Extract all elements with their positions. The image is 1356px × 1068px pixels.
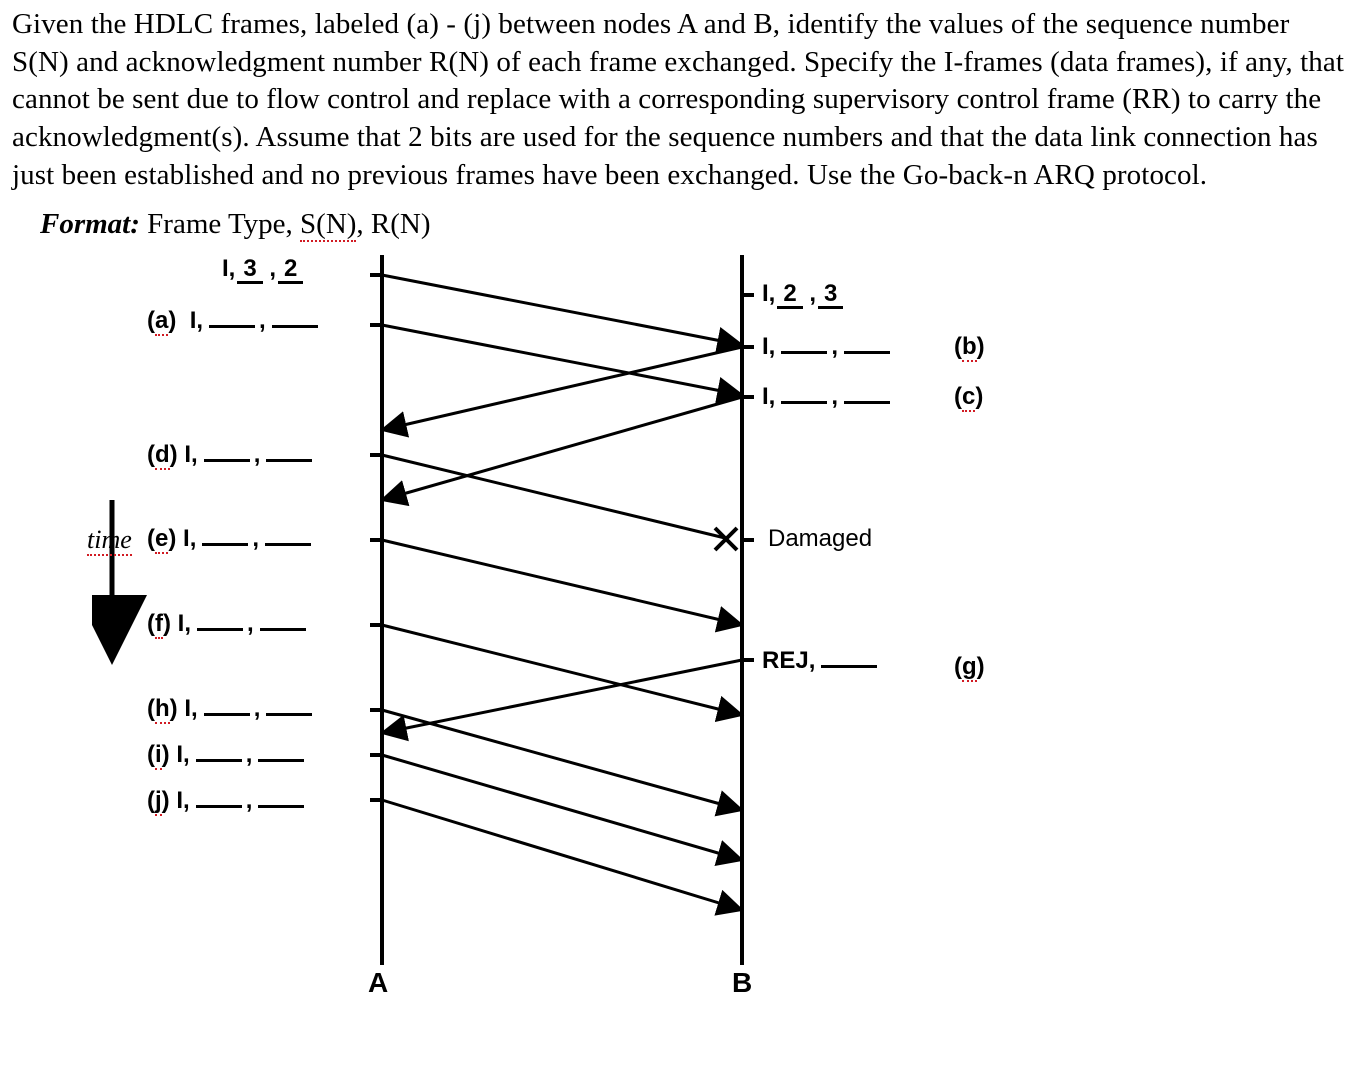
- frame-f: (f) I,,: [147, 610, 310, 638]
- format-text-prefix: Frame Type,: [147, 208, 300, 240]
- frame-c-letter: (c): [954, 383, 983, 411]
- frame-c: I,,: [762, 383, 894, 411]
- format-line: Format: Frame Type, S(N), R(N): [12, 208, 1344, 241]
- frame-h-type: I: [184, 695, 191, 722]
- frame-a: (a) I,,: [147, 307, 322, 335]
- time-label: time: [87, 525, 132, 555]
- frame-b-sn-blank: [781, 338, 827, 354]
- frame-b-type: I: [762, 333, 769, 360]
- format-sn: S(N): [300, 208, 356, 242]
- frame-b-rn-blank: [844, 338, 890, 354]
- frame-d: (d) I,,: [147, 441, 316, 469]
- frame-d-rn-blank: [266, 446, 312, 462]
- frame-i-rn-blank: [258, 746, 304, 762]
- frame-h: (h) I,,: [147, 695, 316, 723]
- example-right-type: I: [762, 280, 769, 307]
- frame-c-rn-blank: [844, 388, 890, 404]
- frame-g-letter: (g): [954, 653, 985, 681]
- frame-g-rn-blank: [821, 652, 877, 668]
- format-rn: , R(N): [356, 208, 430, 240]
- frame-c-type: I: [762, 383, 769, 410]
- node-a-label: A: [368, 967, 388, 999]
- frame-j-sn-blank: [196, 792, 242, 808]
- frame-e-rn-blank: [265, 530, 311, 546]
- example-right-rn: 3: [818, 283, 843, 309]
- example-left-rn: 2: [278, 258, 303, 284]
- frame-g-type: REJ: [762, 647, 809, 674]
- example-left-type: I: [222, 255, 229, 282]
- frame-i: (i) I,,: [147, 741, 308, 769]
- example-left-sn: 3: [237, 258, 262, 284]
- frame-d-type: I: [184, 441, 191, 468]
- frame-e: (e) I,,: [147, 525, 315, 553]
- frame-e-sn-blank: [202, 530, 248, 546]
- frame-h-sn-blank: [204, 700, 250, 716]
- example-right-sn: 2: [777, 283, 802, 309]
- frame-g: REJ,: [762, 647, 881, 675]
- frame-b-letter: (b): [954, 333, 985, 361]
- frame-a-sn-blank: [209, 312, 255, 328]
- format-label: Format:: [40, 208, 140, 240]
- frame-i-type: I: [176, 741, 183, 768]
- question-text: Given the HDLC frames, labeled (a) - (j)…: [12, 6, 1344, 194]
- node-b-label: B: [732, 967, 752, 999]
- frame-j-type: I: [176, 787, 183, 814]
- frame-j: (j) I,,: [147, 787, 308, 815]
- frame-i-sn-blank: [196, 746, 242, 762]
- damaged-label: Damaged: [768, 525, 872, 553]
- frame-a-rn-blank: [272, 312, 318, 328]
- frame-f-rn-blank: [260, 615, 306, 631]
- frame-e-type: I: [183, 525, 190, 552]
- frame-b: I,,: [762, 333, 894, 361]
- example-right: I,2 ,3: [762, 280, 843, 309]
- frame-h-rn-blank: [266, 700, 312, 716]
- hdlc-diagram: I,3 ,2 I,2 ,3 (a) I,, I,, (b) I,, (c) (d…: [92, 255, 1112, 1015]
- frame-c-sn-blank: [781, 388, 827, 404]
- frame-j-rn-blank: [258, 792, 304, 808]
- frame-d-sn-blank: [204, 446, 250, 462]
- frame-f-sn-blank: [197, 615, 243, 631]
- example-left: I,3 ,2: [222, 255, 303, 284]
